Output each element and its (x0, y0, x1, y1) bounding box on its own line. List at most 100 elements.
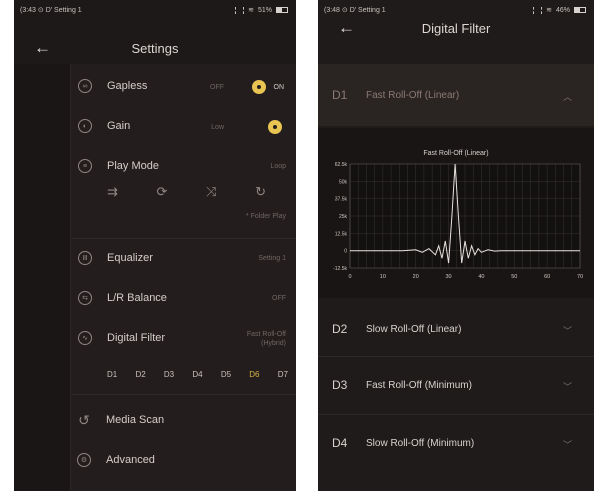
divider (318, 356, 594, 357)
divider (71, 394, 296, 395)
impulse-response-chart: Fast Roll-Off (Linear) 62.5k 50k 37.5k 25k 1… (318, 128, 594, 298)
y-tick-label: 62.5k (335, 162, 348, 168)
status-text: (3:43 ⊙ D' Setting 1 (20, 7, 82, 14)
gapless-icon: ∞ (78, 79, 92, 93)
network-icon (533, 6, 543, 14)
chevron-down-icon[interactable]: ﹀ (563, 324, 572, 337)
setting-advanced[interactable]: ⚙ Advanced (14, 448, 296, 478)
gapless-label: Gapless (107, 80, 148, 92)
play-mode-label: Play Mode (107, 160, 159, 172)
filter-item-d4[interactable]: D4 Slow Roll-Off (Minimum) ﹀ (318, 420, 594, 470)
status-text: (3:48 ⊙ D' Setting 1 (324, 7, 386, 14)
repeat-one-icon[interactable]: ↻ (255, 184, 266, 200)
chevron-up-icon[interactable]: ︿ (563, 90, 572, 103)
filter-button-d2[interactable]: D2 (135, 370, 145, 379)
play-mode-value: Loop (270, 163, 286, 170)
page-title: Digital Filter (421, 21, 491, 36)
chart-title: Fast Roll-Off (Linear) (423, 150, 489, 157)
x-tick-label: 70 (577, 274, 583, 280)
advanced-icon: ⚙ (77, 453, 91, 467)
y-tick-label: 0 (344, 249, 347, 255)
setting-lr-balance[interactable]: ⇆ L/R Balance OFF (71, 286, 296, 316)
filter-item-d1[interactable]: D1 Fast Roll-Off (Linear) ︿ (318, 72, 594, 122)
filter-name: Fast Roll-Off (Linear) (366, 90, 460, 101)
filter-button-d6[interactable]: D6 (249, 370, 259, 379)
status-bar: (3:48 ⊙ D' Setting 1 ≋ 46% (318, 0, 594, 20)
lr-balance-label: L/R Balance (107, 292, 167, 304)
setting-equalizer[interactable]: Ⅲ Equalizer Setting 1 (71, 246, 296, 276)
x-tick-label: 0 (348, 274, 351, 280)
gain-icon: ◐ (78, 119, 92, 133)
equalizer-icon: Ⅲ (78, 251, 92, 265)
x-tick-label: 10 (380, 274, 386, 280)
digital-filter-value: Fast Roll-Off (246, 331, 286, 338)
filter-code: D3 (332, 378, 348, 392)
setting-gain[interactable]: ◐ Gain Low (71, 114, 296, 144)
gain-value: Low (211, 124, 224, 131)
chevron-down-icon[interactable]: ﹀ (563, 380, 572, 393)
network-icon (235, 6, 245, 14)
filter-buttons: D1 D2 D3 D4 D5 D6 D7 (107, 370, 288, 379)
sequential-icon[interactable]: ⇉ (107, 184, 118, 200)
filter-item-d2[interactable]: D2 Slow Roll-Off (Linear) ﹀ (318, 306, 594, 356)
gain-toggle[interactable] (268, 120, 282, 134)
divider (71, 238, 296, 239)
filter-code: D2 (332, 322, 348, 336)
wifi-icon: ≋ (248, 7, 254, 14)
setting-play-mode[interactable]: ≡ Play Mode Loop ⇉ ⟳ ⤨ ↻ * Folder Play (71, 154, 296, 234)
gain-label: Gain (107, 120, 131, 132)
media-scan-label: Media Scan (106, 414, 165, 426)
y-tick-label: -12.5k (333, 266, 347, 272)
x-tick-label: 20 (413, 274, 419, 280)
x-tick-label: 50 (511, 274, 517, 280)
digital-filter-value-sub: (Hybrid) (261, 340, 286, 347)
digital-filter-icon: ∿ (78, 331, 92, 345)
y-tick-label: 37.5k (335, 197, 348, 203)
filter-name: Fast Roll-Off (Minimum) (366, 380, 472, 391)
repeat-icon[interactable]: ⟳ (157, 184, 168, 200)
page-title: Settings (131, 41, 179, 56)
equalizer-label: Equalizer (107, 252, 153, 264)
filter-button-d7[interactable]: D7 (278, 370, 288, 379)
setting-gapless[interactable]: ∞ Gapless OFF ON (71, 74, 296, 104)
wifi-icon: ≋ (546, 7, 552, 14)
x-tick-label: 60 (544, 274, 550, 280)
x-tick-label: 30 (446, 274, 452, 280)
play-mode-icon: ≡ (78, 159, 92, 173)
play-mode-sub: * Folder Play (245, 213, 286, 220)
setting-media-scan[interactable]: ↺ Media Scan (14, 408, 296, 438)
chevron-down-icon[interactable]: ﹀ (563, 438, 572, 451)
filter-name: Slow Roll-Off (Minimum) (366, 438, 475, 449)
filter-button-d1[interactable]: D1 (107, 370, 117, 379)
x-tick-label: 40 (478, 274, 484, 280)
y-tick-label: 25k (339, 214, 348, 220)
settings-header: ← Settings (14, 38, 296, 62)
gapless-toggle[interactable] (252, 80, 266, 94)
status-bar: (3:43 ⊙ D' Setting 1 ≋ 51% (14, 0, 296, 20)
divider (318, 414, 594, 415)
equalizer-value: Setting 1 (258, 255, 286, 262)
filter-name: Slow Roll-Off (Linear) (366, 324, 462, 335)
advanced-label: Advanced (106, 454, 155, 466)
gapless-off-label: OFF (210, 84, 224, 91)
refresh-icon: ↺ (78, 411, 90, 428)
battery-percent: 51% (257, 6, 272, 14)
gapless-on-label: ON (273, 84, 285, 91)
battery-percent: 46% (555, 6, 570, 14)
digital-filter-screen: (3:48 ⊙ D' Setting 1 ≋ 46% ← Digital Fil… (318, 0, 594, 491)
setting-digital-filter[interactable]: ∿ Digital Filter Fast Roll-Off (Hybrid) … (71, 326, 296, 388)
battery-icon (276, 7, 288, 13)
filter-header: ← Digital Filter (318, 18, 594, 42)
balance-icon: ⇆ (78, 291, 92, 305)
y-tick-label: 12.5k (335, 231, 348, 237)
filter-code: D1 (332, 88, 348, 102)
filter-button-d5[interactable]: D5 (221, 370, 231, 379)
filter-d1-panel[interactable]: D1 Fast Roll-Off (Linear) ︿ (318, 64, 594, 126)
filter-button-d4[interactable]: D4 (192, 370, 202, 379)
filter-item-d3[interactable]: D3 Fast Roll-Off (Minimum) ﹀ (318, 362, 594, 412)
filter-button-d3[interactable]: D3 (164, 370, 174, 379)
shuffle-icon[interactable]: ⤨ (206, 184, 216, 200)
battery-icon (574, 7, 586, 13)
filter-code: D4 (332, 436, 348, 450)
lr-balance-value: OFF (272, 295, 286, 302)
